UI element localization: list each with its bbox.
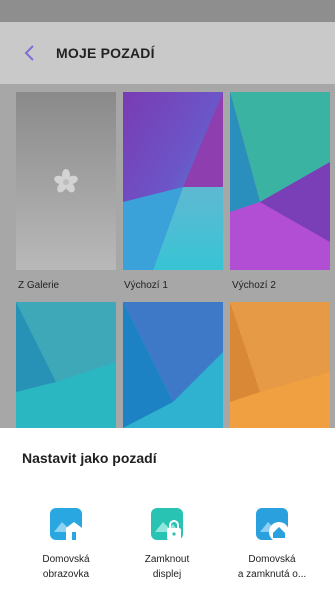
option-label-line1: Zamknout [144,554,190,565]
status-bar [0,0,335,22]
option-label-line1: Domovská [248,554,296,565]
home-image-icon [44,502,88,546]
set-home-screen-option[interactable]: Domovská obrazovka [11,502,121,582]
wallpaper-grid: Z Galerie Výchozí 1 Výchozí 2 [0,84,335,428]
set-home-and-lock-option[interactable]: Domovská a zamknutá o... [217,502,327,582]
back-button[interactable] [22,42,38,64]
option-label-line2: displej [152,569,182,580]
gallery-tile-bg [16,92,116,270]
wallpaper-tile-4[interactable] [16,302,116,428]
wallpaper-label-default-2: Výchozí 2 [232,280,276,291]
set-as-wallpaper-sheet: Nastavit jako pozadí Domovská obrazovka [0,428,335,591]
chevron-left-icon [24,45,34,61]
wallpaper-tile-6[interactable] [230,302,330,428]
wallpaper-tile-5[interactable] [123,302,223,428]
wallpaper-label-default-1: Výchozí 1 [124,280,168,291]
option-label-line2: a zamknutá o... [237,569,307,580]
wallpaper-label-gallery: Z Galerie [18,280,60,291]
home-lock-image-icon [250,502,294,546]
wallpaper-tile-default-1[interactable] [123,92,223,270]
set-lock-screen-option[interactable]: Zamknout displej [112,502,222,582]
option-label-line2: obrazovka [42,569,90,580]
lock-image-icon [145,502,189,546]
sheet-title: Nastavit jako pozadí [22,450,157,466]
wallpaper-tile-gallery[interactable] [16,92,116,270]
wallpaper-tile-default-2[interactable] [230,92,330,270]
header: MOJE POZADÍ [0,22,335,84]
option-label-line1: Domovská [42,554,90,565]
page-title: MOJE POZADÍ [56,45,155,61]
